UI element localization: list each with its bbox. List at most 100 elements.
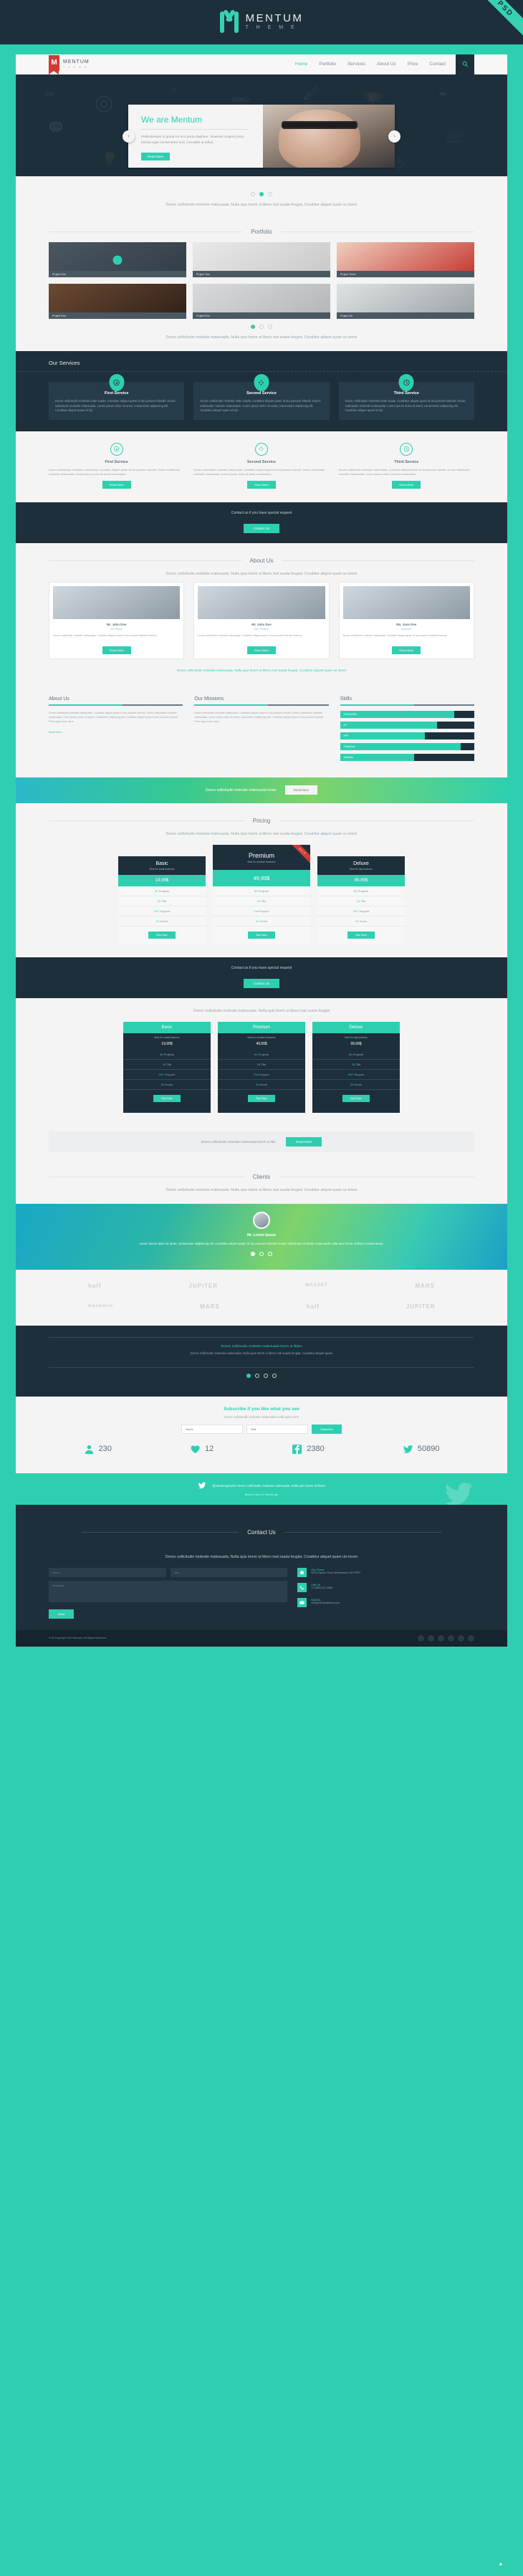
pinterest-icon[interactable]	[458, 1634, 464, 1642]
cta-light-button[interactable]: Read More	[285, 1136, 322, 1146]
facebook-icon[interactable]	[418, 1634, 424, 1642]
cta-slider-dot-1[interactable]	[246, 1373, 251, 1378]
search-button[interactable]	[456, 54, 474, 75]
plan-buy-button[interactable]: Buy Now	[148, 931, 176, 939]
client-logo: half	[306, 1303, 320, 1310]
skill-label: Photoshop	[340, 742, 461, 750]
portfolio-item[interactable]: Project Two	[193, 242, 330, 277]
plan-dark-sub: Best for medium business	[218, 1033, 305, 1042]
cta-text: Contact us if you have special request	[231, 511, 292, 516]
linkedin-icon[interactable]	[468, 1634, 474, 1642]
newsletter-section: Subscribe if you like what you see Donec…	[16, 1396, 507, 1473]
portfolio-dot-3[interactable]	[268, 325, 272, 329]
nav-item-home[interactable]: Home	[295, 62, 307, 67]
skill-bar: Photoshop	[340, 742, 474, 750]
newsletter-subscribe-button[interactable]: Subscribe	[312, 1424, 342, 1434]
service-card[interactable]: First Service Donec sollicitudin molesti…	[49, 374, 185, 420]
service-body: Donec sollicitudin molestie male suada. …	[345, 399, 466, 412]
about-title: About Us	[249, 557, 274, 565]
testimonial-dot-3[interactable]	[268, 1251, 272, 1256]
portfolio-item[interactable]: Project Five	[193, 284, 330, 319]
portfolio-item[interactable]: Project Three	[337, 242, 474, 277]
newsletter-name-input[interactable]	[181, 1424, 244, 1434]
plan-feature: 24 Hours	[218, 1080, 305, 1090]
portfolio-dots	[49, 325, 474, 329]
contact-name-input[interactable]	[49, 1567, 166, 1577]
cta-slider-dot-3[interactable]	[264, 1373, 268, 1378]
nav-item-contact[interactable]: Contact	[430, 62, 446, 67]
nav-brand-name: MENTUM	[63, 59, 90, 64]
nav-item-services[interactable]: Services	[347, 62, 365, 67]
about-col-read-more[interactable]: Read More	[49, 731, 62, 734]
hero-read-more-button[interactable]: Read More	[141, 153, 171, 161]
cta-slider-section: Donec sollicitudin molestie malesuada lo…	[16, 1325, 507, 1397]
portfolio-item[interactable]: Project Four	[49, 284, 186, 319]
plan-feature: 15 TBs	[317, 896, 405, 906]
back-to-top-button[interactable]: ▲	[496, 2559, 506, 2569]
services-light-grid: First Service Donec sollicitudin molesti…	[49, 442, 474, 490]
plan-feature: 24 Hours	[312, 1080, 400, 1090]
hero-prev-button[interactable]: ‹	[123, 130, 135, 143]
cta-gradient-button[interactable]: Read More	[284, 785, 317, 795]
team-read-more-button[interactable]: Read More	[102, 646, 131, 654]
site-frame: M MENTUM T H E M E Home Portfolio Servic…	[16, 54, 507, 1647]
hero-dot-1[interactable]	[251, 192, 255, 196]
hero-title: We are Mentum	[141, 115, 203, 125]
portfolio-dot-2[interactable]	[259, 325, 264, 329]
skill-label: Illustrator	[340, 753, 414, 761]
nav-logo[interactable]: M MENTUM T H E M E	[49, 54, 90, 75]
skills-title: Skills	[340, 696, 352, 702]
service-read-more-button[interactable]: Read More	[102, 481, 131, 489]
plan-sub: Best for medium business	[247, 860, 276, 863]
team-body: Donec sollicitudin molestie malesuada. C…	[342, 634, 448, 638]
portfolio-item[interactable]: Project Six	[337, 284, 474, 319]
portfolio-dot-1[interactable]	[251, 325, 255, 329]
plan-buy-button[interactable]: Buy Now	[342, 1094, 370, 1102]
service-read-more-button[interactable]: Read More	[247, 481, 276, 489]
pricing-grid: Basic Best for small business 19,99$ 50 …	[49, 844, 474, 944]
nav-item-price[interactable]: Price	[408, 62, 418, 67]
plan-buy-button[interactable]: Buy Now	[347, 931, 375, 939]
contact-send-button[interactable]: Send	[49, 1609, 75, 1619]
contact-info-text: +1 (555) 012-3456	[311, 1586, 332, 1589]
contact-mail-input[interactable]	[170, 1567, 288, 1577]
cta-contact-button[interactable]: Contact Us	[243, 524, 280, 534]
team-read-more-button[interactable]: Read More	[392, 646, 421, 654]
portfolio-item[interactable]: Project One	[49, 242, 186, 277]
plan-dark-price: 49,99$	[218, 1041, 305, 1050]
contact-title: Contact Us	[247, 1528, 276, 1536]
skills-underline	[340, 704, 474, 706]
plan-buy-button[interactable]: Buy Now	[248, 1094, 275, 1102]
pricing-intro: Donec sollicitudin molestie malesuada. N…	[165, 831, 358, 836]
banner-brand-sub: T H E M E	[245, 25, 298, 30]
testimonial-dot-2[interactable]	[259, 1251, 264, 1256]
portfolio-title: Portfolio	[251, 229, 272, 235]
google-icon[interactable]	[438, 1634, 444, 1642]
plan-feature: 50 Projects	[312, 1050, 400, 1060]
search-icon	[462, 61, 468, 67]
nav-item-about-us[interactable]: About Us	[377, 62, 396, 67]
hero-dot-3[interactable]	[268, 192, 272, 196]
dribbble-icon[interactable]	[448, 1634, 454, 1642]
contact-info: Our Home 9378 Gaynor Circle Weehawken, N…	[297, 1567, 474, 1619]
plan-buy-button[interactable]: Buy Now	[248, 931, 275, 939]
newsletter-mail-input[interactable]	[246, 1424, 309, 1434]
hero-dot-2[interactable]	[259, 192, 264, 196]
twitter-icon[interactable]	[428, 1634, 434, 1642]
plan-buy-button[interactable]: Buy Now	[153, 1094, 181, 1102]
testimonial-dot-1[interactable]	[251, 1251, 255, 1256]
cta-slider-dot-2[interactable]	[255, 1373, 259, 1378]
footer-copyright: © All Copyright 2014 Mentum. All Rights …	[49, 1637, 107, 1640]
cta-slider-dot-4[interactable]	[272, 1373, 277, 1378]
service-card[interactable]: Second Service Donec sollicitudin molest…	[193, 374, 330, 420]
service-read-more-button[interactable]: Read More	[392, 481, 421, 489]
plan-deluxe: Deluxe Best for big business 99,99$ 50 P…	[317, 856, 405, 944]
team-read-more-button[interactable]: Read More	[247, 646, 276, 654]
client-logo: half	[88, 1282, 102, 1289]
cta-contact-button-2[interactable]: Contact Us	[243, 978, 280, 988]
service-card[interactable]: Third Service Donec sollicitudin molesti…	[338, 374, 474, 420]
clients-section: Clients Donec sollicitudin molestie male…	[16, 1163, 507, 1204]
hero-next-button[interactable]: ›	[388, 130, 400, 143]
nav-item-portfolio[interactable]: Portfolio	[319, 62, 336, 67]
contact-message-input[interactable]	[49, 1580, 288, 1602]
